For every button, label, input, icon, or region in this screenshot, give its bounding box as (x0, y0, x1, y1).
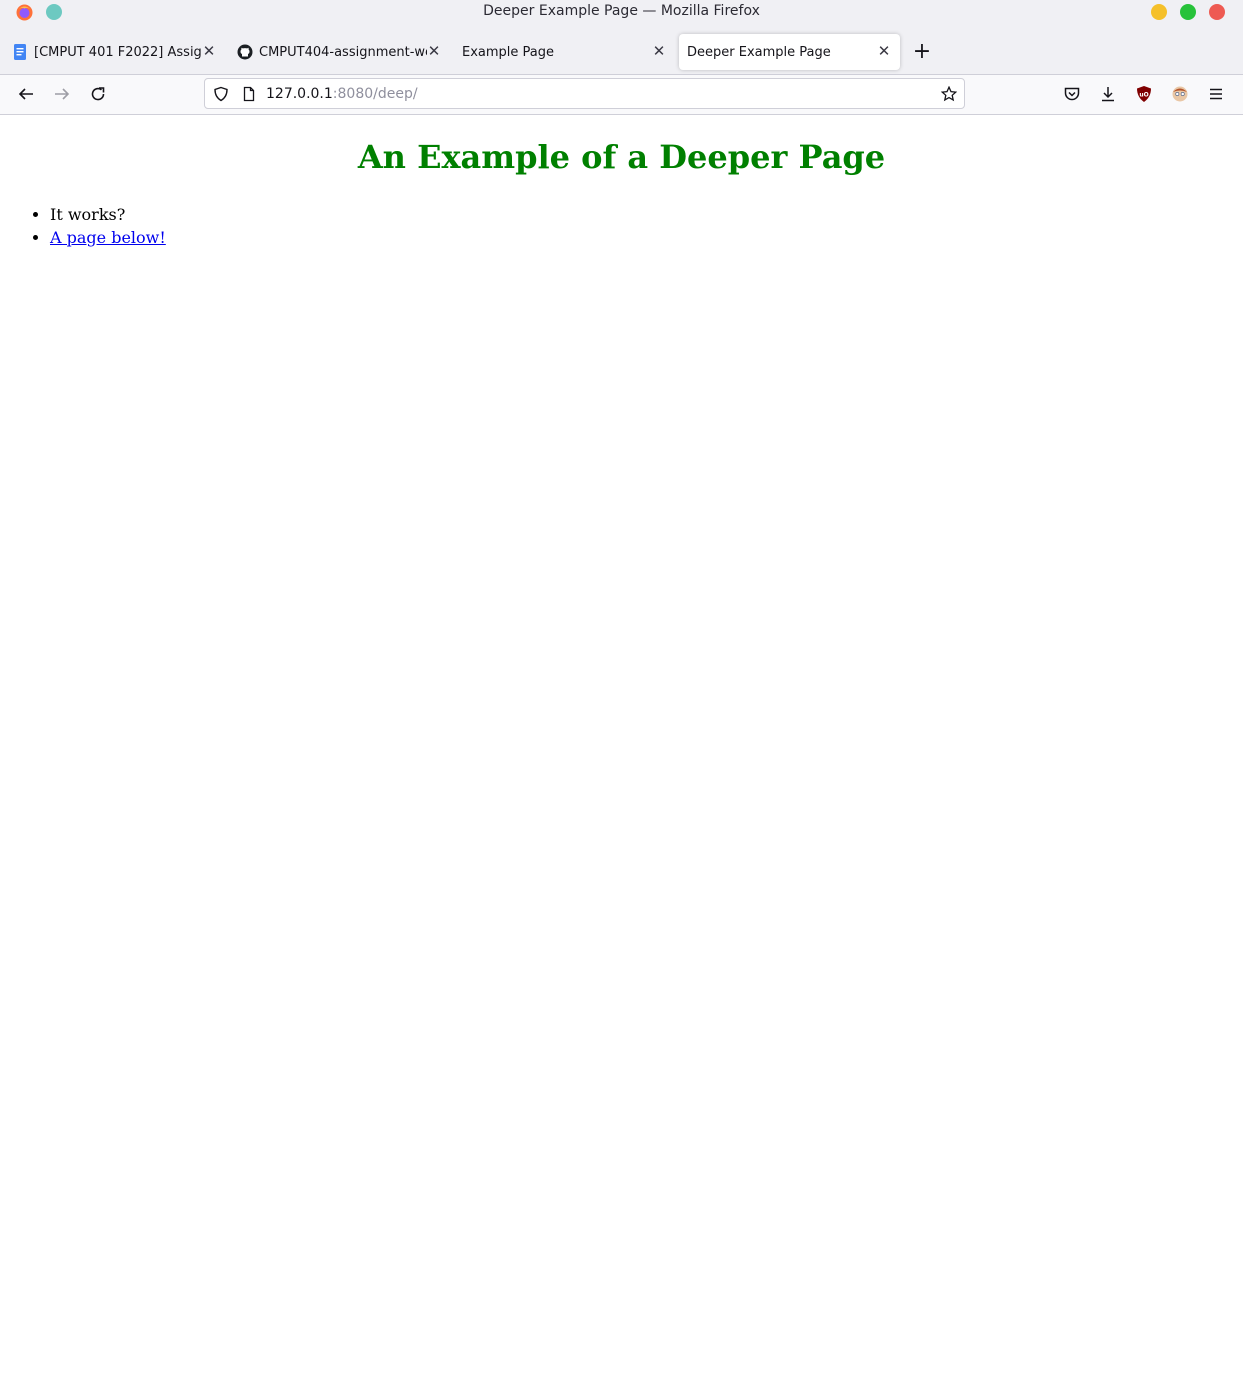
list-item-text: It works? (50, 205, 126, 224)
tab-cmput401[interactable]: [CMPUT 401 F2022] Assignment ✕ (8, 34, 228, 70)
google-docs-icon (14, 44, 26, 60)
hamburger-menu-icon[interactable] (1207, 85, 1225, 103)
window-titlebar: Deeper Example Page — Mozilla Firefox (0, 0, 1243, 24)
tab-label: CMPUT404-assignment-webserver (259, 45, 427, 60)
page-info-icon[interactable] (241, 86, 257, 102)
tab-example-page[interactable]: Example Page ✕ (455, 34, 675, 70)
tab-label: Deeper Example Page (687, 45, 831, 60)
downloads-icon[interactable] (1099, 85, 1117, 103)
tab-label: [CMPUT 401 F2022] Assignment (34, 45, 202, 60)
tab-close-icon[interactable]: ✕ (875, 41, 893, 61)
new-tab-button[interactable]: + (911, 41, 933, 63)
svg-text:uO: uO (1139, 92, 1148, 99)
tab-close-icon[interactable]: ✕ (425, 41, 443, 61)
minimize-button[interactable] (1151, 4, 1167, 20)
list-item: A page below! (50, 226, 166, 249)
page-content: An Example of a Deeper Page It works? A … (0, 115, 1243, 1395)
page-heading: An Example of a Deeper Page (357, 138, 886, 176)
url-host: 127.0.0.1 (266, 86, 333, 102)
nav-toolbar: 127.0.0.1:8080/deep/ uO (0, 75, 1243, 115)
tab-deeper-example-page[interactable]: Deeper Example Page ✕ (679, 34, 900, 70)
extension-avatar-icon[interactable] (1171, 85, 1189, 103)
github-icon (237, 44, 253, 60)
url-bar[interactable]: 127.0.0.1:8080/deep/ (204, 78, 965, 109)
tab-close-icon[interactable]: ✕ (650, 41, 668, 61)
page-below-link[interactable]: A page below! (50, 228, 166, 247)
url-path: :8080/deep/ (332, 86, 418, 102)
list-item: It works? (50, 203, 166, 226)
ublock-origin-icon[interactable]: uO (1135, 85, 1153, 103)
tab-label: Example Page (462, 45, 555, 60)
tracking-protection-shield-icon[interactable] (213, 86, 229, 102)
tab-github[interactable]: CMPUT404-assignment-webserver ✕ (233, 34, 453, 70)
reload-icon[interactable] (89, 85, 107, 103)
url-text[interactable]: 127.0.0.1:8080/deep/ (266, 86, 418, 102)
tab-close-icon[interactable]: ✕ (200, 41, 218, 61)
pocket-icon[interactable] (1063, 85, 1081, 103)
back-icon[interactable] (17, 85, 35, 103)
forward-icon[interactable] (53, 85, 71, 103)
maximize-button[interactable] (1180, 4, 1196, 20)
page-list: It works? A page below! (10, 203, 166, 249)
window-close-button[interactable] (1209, 4, 1225, 20)
bookmark-star-icon[interactable] (941, 86, 957, 102)
tab-strip: [CMPUT 401 F2022] Assignment ✕ CMPUT404-… (0, 24, 1243, 75)
window-title: Deeper Example Page — Mozilla Firefox (483, 3, 760, 19)
